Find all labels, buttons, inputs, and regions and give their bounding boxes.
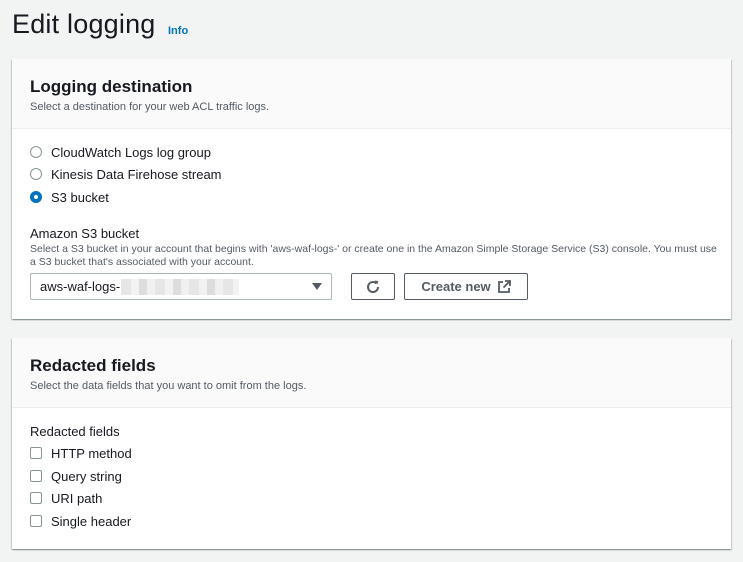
info-link[interactable]: Info [168,25,188,37]
checkbox-label: URI path [51,490,103,506]
logging-destination-header: Logging destination Select a destination… [12,59,731,129]
radio-button[interactable] [30,168,42,180]
logging-destination-panel: Logging destination Select a destination… [12,59,731,319]
s3-bucket-select[interactable]: aws-waf-logs- [30,273,332,300]
redacted-bucket-suffix [121,278,240,295]
radio-cloudwatch[interactable]: CloudWatch Logs log group [30,143,211,161]
radio-label: CloudWatch Logs log group [51,144,211,160]
redacted-fields-title: Redacted fields [30,356,156,375]
logging-destination-title: Logging destination [30,77,193,96]
refresh-icon [367,280,380,293]
s3-bucket-label: Amazon S3 bucket [30,226,140,241]
radio-s3-bucket[interactable]: S3 bucket [30,188,109,206]
logging-destination-description: Select a destination for your web ACL tr… [30,101,270,113]
checkbox[interactable] [30,447,42,459]
create-new-button[interactable]: Create new [404,273,528,300]
checkbox[interactable] [30,470,42,482]
redacted-fields-group-label: Redacted fields [30,424,120,439]
checkbox-label: Single header [51,513,132,529]
checkbox-label: Query string [51,468,122,484]
radio-label: S3 bucket [51,189,109,205]
redacted-fields-header: Redacted fields Select the data fields t… [12,338,731,408]
checkbox-uri-path[interactable]: URI path [30,489,102,507]
caret-down-icon [312,283,322,290]
checkbox-label: HTTP method [51,445,132,461]
refresh-button[interactable] [351,273,395,300]
radio-label: Kinesis Data Firehose stream [51,166,222,182]
page-title: Edit logging [12,9,156,39]
radio-button-selected[interactable] [30,191,42,203]
redacted-fields-panel: Redacted fields Select the data fields t… [12,338,731,549]
checkbox-single-header[interactable]: Single header [30,512,131,530]
redacted-fields-description: Select the data fields that you want to … [30,380,307,392]
external-link-icon [497,279,511,293]
s3-bucket-value: aws-waf-logs- [40,279,121,294]
checkbox[interactable] [30,492,42,504]
radio-kinesis[interactable]: Kinesis Data Firehose stream [30,165,222,183]
create-new-label: Create new [421,279,491,294]
checkbox[interactable] [30,515,42,527]
radio-button[interactable] [30,146,42,158]
s3-bucket-description: Select a S3 bucket in your account that … [30,243,717,268]
checkbox-query-string[interactable]: Query string [30,467,122,485]
checkbox-http-method[interactable]: HTTP method [30,444,132,462]
